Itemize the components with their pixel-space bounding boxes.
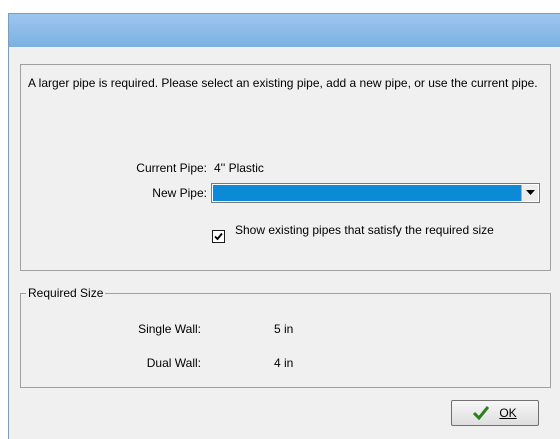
new-pipe-selected-value [213,185,521,201]
new-pipe-label: New Pipe: [152,186,207,200]
current-pipe-label: Current Pipe: [136,161,207,175]
required-size-group: Required Size Single Wall: 5 in Dual Wal… [20,286,551,388]
chevron-down-icon [525,190,535,195]
title-bar[interactable] [9,14,560,47]
current-pipe-value: 4'' Plastic [214,161,264,175]
pipe-selection-pane: A larger pipe is required. Please select… [20,64,551,271]
show-existing-label[interactable]: Show existing pipes that satisfy the req… [235,223,535,238]
dual-wall-label: Dual Wall: [146,356,201,370]
single-wall-value: 5 in [274,322,294,336]
required-size-title: Required Size [26,286,106,300]
green-check-icon [473,406,490,420]
info-message: A larger pipe is required. Please select… [28,76,538,90]
show-existing-checkbox[interactable] [212,230,225,243]
single-wall-label: Single Wall: [138,322,201,336]
ok-button[interactable]: OK [451,400,539,426]
dropdown-button[interactable] [521,185,538,201]
dual-wall-value: 4 in [274,356,294,370]
ok-button-label: OK [499,406,517,420]
pipe-dialog: A larger pipe is required. Please select… [8,13,560,439]
new-pipe-combobox[interactable] [211,183,540,203]
checkmark-icon [214,232,223,241]
